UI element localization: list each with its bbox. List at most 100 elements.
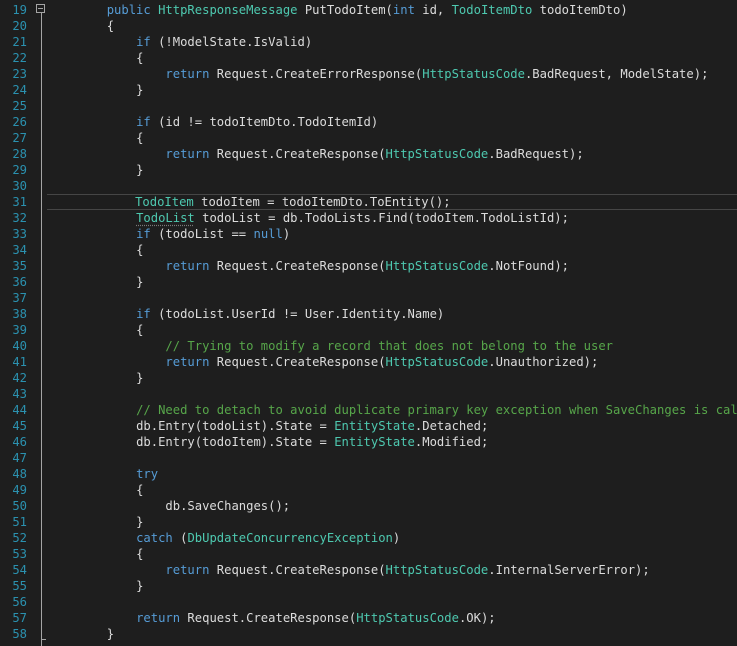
code-line[interactable]: } bbox=[48, 82, 143, 98]
indent-guide bbox=[48, 467, 136, 481]
line-number: 32 bbox=[12, 211, 27, 225]
indent-guide bbox=[47, 195, 135, 209]
line-number: 19 bbox=[12, 3, 27, 17]
code-token: id, bbox=[414, 3, 452, 17]
line-number: 29 bbox=[12, 163, 27, 177]
code-token: } bbox=[136, 163, 144, 177]
code-comment: // Need to detach to avoid duplicate pri… bbox=[136, 403, 737, 417]
code-line[interactable]: return Request.CreateResponse(HttpStatus… bbox=[48, 354, 598, 370]
code-line[interactable]: db.Entry(todoItem).State = EntityState.M… bbox=[48, 434, 488, 450]
code-line[interactable]: { bbox=[48, 546, 143, 562]
code-token: } bbox=[136, 83, 144, 97]
code-line[interactable]: TodoList todoList = db.TodoLists.Find(to… bbox=[48, 210, 569, 226]
code-token: { bbox=[136, 547, 144, 561]
indent-guide bbox=[48, 147, 165, 161]
line-number: 24 bbox=[12, 83, 27, 97]
code-line[interactable]: if (id != todoItemDto.TodoItemId) bbox=[48, 114, 378, 130]
code-token: .BadRequest, ModelState); bbox=[524, 67, 709, 81]
code-token: (todoList == bbox=[150, 227, 254, 241]
code-line[interactable]: return Request.CreateResponse(HttpStatus… bbox=[48, 610, 496, 626]
line-number: 20 bbox=[12, 19, 27, 33]
code-line[interactable]: // Need to detach to avoid duplicate pri… bbox=[48, 402, 737, 418]
indent-guide bbox=[48, 339, 165, 353]
code-line[interactable]: { bbox=[48, 482, 143, 498]
code-type-name: EntityState bbox=[334, 419, 415, 433]
code-token: todoList = db.TodoLists.Find(todoItem.To… bbox=[194, 211, 569, 225]
code-line[interactable]: } bbox=[48, 370, 143, 386]
code-token: { bbox=[136, 51, 144, 65]
code-token: Request.CreateResponse( bbox=[209, 147, 386, 161]
indent-guide bbox=[48, 435, 136, 449]
line-number: 45 bbox=[12, 419, 27, 433]
indent-guide bbox=[48, 371, 136, 385]
code-line[interactable]: { bbox=[48, 50, 143, 66]
indent-guide bbox=[48, 515, 136, 529]
code-line[interactable]: { bbox=[48, 130, 143, 146]
code-keyword: null bbox=[253, 227, 283, 241]
indent-guide bbox=[48, 51, 136, 65]
line-number: 26 bbox=[12, 115, 27, 129]
line-number: 39 bbox=[12, 323, 27, 337]
code-line[interactable]: if (todoList.UserId != User.Identity.Nam… bbox=[48, 306, 444, 322]
code-line[interactable]: db.SaveChanges(); bbox=[48, 498, 290, 514]
code-line[interactable]: } bbox=[48, 162, 143, 178]
code-type-name: HttpStatusCode bbox=[385, 259, 489, 273]
line-number: 34 bbox=[12, 243, 27, 257]
code-line[interactable]: return Request.CreateErrorResponse(HttpS… bbox=[48, 66, 708, 82]
code-type-name: HttpStatusCode bbox=[385, 355, 489, 369]
collapse-minus-icon[interactable] bbox=[36, 4, 45, 13]
code-line[interactable]: try bbox=[48, 466, 158, 482]
indent-guide bbox=[48, 259, 165, 273]
code-token: } bbox=[136, 275, 144, 289]
indent-guide bbox=[48, 307, 136, 321]
line-number: 25 bbox=[12, 99, 27, 113]
code-keyword: return bbox=[165, 147, 210, 161]
code-line[interactable]: public HttpResponseMessage PutTodoItem(i… bbox=[48, 2, 628, 18]
indent-guide bbox=[48, 275, 136, 289]
code-line[interactable]: } bbox=[48, 626, 114, 642]
code-line[interactable]: if (!ModelState.IsValid) bbox=[48, 34, 312, 50]
code-type-name: HttpStatusCode bbox=[356, 611, 459, 625]
code-token: todoItem = todoItemDto.ToEntity(); bbox=[193, 195, 451, 209]
indent-guide bbox=[48, 211, 136, 225]
line-number: 52 bbox=[12, 531, 27, 545]
line-number: 36 bbox=[12, 275, 27, 289]
code-editor[interactable]: 19 20 21 22 23 24 25 26 27 28 29 30 31 32 33 34 35 36 37 38… bbox=[0, 0, 737, 646]
code-line[interactable]: { bbox=[48, 18, 114, 34]
code-line[interactable]: } bbox=[48, 578, 143, 594]
indent-guide bbox=[48, 547, 136, 561]
code-line[interactable]: return Request.CreateResponse(HttpStatus… bbox=[48, 258, 569, 274]
code-token: } bbox=[136, 579, 144, 593]
code-token: .Modified; bbox=[414, 435, 489, 449]
code-line[interactable]: db.Entry(todoList).State = EntityState.D… bbox=[48, 418, 488, 434]
code-keyword: return bbox=[165, 355, 210, 369]
code-token: } bbox=[136, 515, 144, 529]
indent-guide bbox=[48, 611, 136, 625]
code-text-area[interactable]: public HttpResponseMessage PutTodoItem(i… bbox=[47, 0, 737, 646]
line-number: 35 bbox=[12, 259, 27, 273]
line-number: 37 bbox=[12, 291, 27, 305]
code-line[interactable]: } bbox=[48, 274, 143, 290]
outline-fold-rail bbox=[41, 12, 42, 646]
code-line[interactable]: // Trying to modify a record that does n… bbox=[48, 338, 613, 354]
line-number: 23 bbox=[12, 67, 27, 81]
code-line[interactable]: TodoItem todoItem = todoItemDto.ToEntity… bbox=[47, 194, 737, 210]
code-line[interactable]: return Request.CreateResponse(HttpStatus… bbox=[48, 562, 649, 578]
line-number: 50 bbox=[12, 499, 27, 513]
code-line[interactable]: if (todoList == null) bbox=[48, 226, 290, 242]
code-type-name: HttpResponseMessage bbox=[158, 3, 298, 17]
line-number: 55 bbox=[12, 579, 27, 593]
code-line[interactable]: { bbox=[48, 322, 143, 338]
code-line[interactable]: return Request.CreateResponse(HttpStatus… bbox=[48, 146, 583, 162]
line-number: 21 bbox=[12, 35, 27, 49]
code-line[interactable]: catch (DbUpdateConcurrencyException) bbox=[48, 530, 400, 546]
code-token: ) bbox=[282, 227, 291, 241]
code-keyword: catch bbox=[136, 531, 173, 545]
line-number: 54 bbox=[12, 563, 27, 577]
line-number: 30 bbox=[12, 179, 27, 193]
line-number: 42 bbox=[12, 371, 27, 385]
code-line[interactable]: { bbox=[48, 242, 143, 258]
code-token: { bbox=[136, 131, 144, 145]
line-number-gutter: 19 20 21 22 23 24 25 26 27 28 29 30 31 32 33 34 35 36 37 38… bbox=[0, 0, 42, 646]
code-line[interactable]: } bbox=[48, 514, 143, 530]
